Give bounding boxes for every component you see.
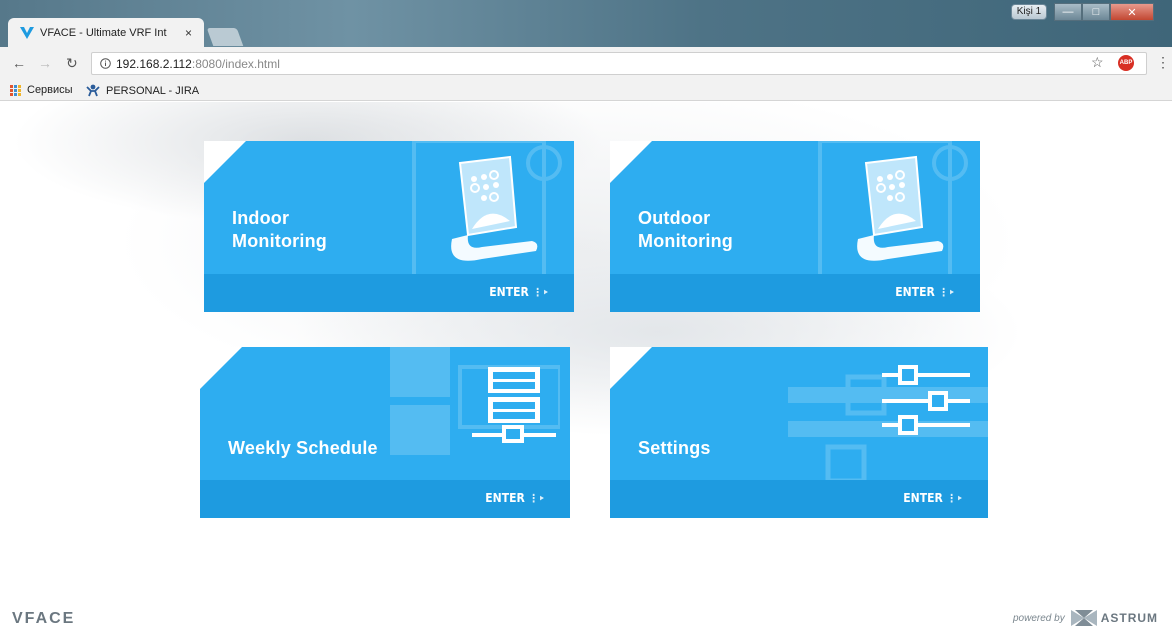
address-bar[interactable]: 192.168.2.112:8080/index.html xyxy=(91,52,1147,75)
enter-button[interactable]: ENTER ⋮‣ xyxy=(489,285,549,299)
forward-arrow-icon[interactable]: → xyxy=(38,55,52,71)
bookmarks-bar: Сервисы PERSONAL - JIRA xyxy=(0,80,1172,101)
enter-arrow-icon: ⋮‣ xyxy=(938,286,955,299)
enter-arrow-icon: ⋮‣ xyxy=(946,492,963,505)
bookmark-label: Сервисы xyxy=(27,84,73,96)
tile-weekly-schedule[interactable]: Weekly Schedule ENTER ⋮‣ xyxy=(200,347,570,518)
enter-button[interactable]: ENTER ⋮‣ xyxy=(895,285,955,299)
indoor-unit-icon xyxy=(451,155,538,261)
vface-logo-icon xyxy=(20,27,34,39)
app-page: Indoor Monitoring ENTER ⋮‣ Outdoor Monito… xyxy=(8,102,1166,629)
powered-by: powered by ASTRUM xyxy=(1013,610,1158,626)
browser-toolbar: ← → ↻ 192.168.2.112:8080/index.html ☆ AB… xyxy=(0,47,1172,80)
powered-by-text: powered by xyxy=(1013,612,1065,624)
tile-indoor-monitoring[interactable]: Indoor Monitoring ENTER ⋮‣ xyxy=(204,141,574,312)
info-icon[interactable] xyxy=(100,58,111,69)
close-window-button[interactable]: ✕ xyxy=(1110,3,1154,21)
apps-grid-icon xyxy=(10,84,21,96)
enter-button[interactable]: ENTER ⋮‣ xyxy=(903,491,963,505)
minimize-button[interactable]: — xyxy=(1054,3,1082,21)
url-path: :8080/index.html xyxy=(191,56,280,71)
tile-footer: ENTER ⋮‣ xyxy=(610,274,980,312)
astrum-logo-text: ASTRUM xyxy=(1100,611,1159,625)
tile-footer: ENTER ⋮‣ xyxy=(610,480,988,518)
tile-settings[interactable]: Settings ENTER ⋮‣ xyxy=(610,347,988,518)
bookmark-services[interactable]: Сервисы xyxy=(10,84,73,96)
tab-title: VFACE - Ultimate VRF Int xyxy=(40,27,167,39)
vface-brand-logo: VFACE xyxy=(12,610,76,627)
adblock-icon[interactable]: ABP xyxy=(1118,55,1134,71)
back-arrow-icon[interactable]: ← xyxy=(12,55,26,71)
window-titlebar: VFACE - Ultimate VRF Int × Kişi 1 — □ ✕ xyxy=(0,0,1172,48)
enter-arrow-icon: ⋮‣ xyxy=(532,286,549,299)
tile-label: Outdoor Monitoring xyxy=(638,208,733,251)
tile-label: Weekly Schedule xyxy=(228,438,378,458)
browser-tab[interactable]: VFACE - Ultimate VRF Int × xyxy=(8,18,204,48)
tile-label: Indoor Monitoring xyxy=(232,208,327,251)
astrum-logo-icon xyxy=(1070,610,1097,626)
tab-close-icon[interactable]: × xyxy=(185,26,192,40)
bookmark-star-icon[interactable]: ☆ xyxy=(1091,54,1104,71)
reload-icon[interactable]: ↻ xyxy=(66,55,78,72)
bookmark-jira[interactable]: PERSONAL - JIRA xyxy=(86,84,199,97)
maximize-button[interactable]: □ xyxy=(1082,3,1110,21)
window-controls: — □ ✕ xyxy=(1054,3,1154,21)
tile-footer: ENTER ⋮‣ xyxy=(204,274,574,312)
new-tab-button[interactable] xyxy=(206,28,244,46)
profile-button[interactable]: Kişi 1 xyxy=(1011,4,1047,20)
schedule-icon xyxy=(472,367,556,443)
url-host: 192.168.2.112 xyxy=(116,56,192,71)
tile-footer: ENTER ⋮‣ xyxy=(200,480,570,518)
tile-outdoor-monitoring[interactable]: Outdoor Monitoring ENTER ⋮‣ xyxy=(610,141,980,312)
menu-kebab-icon[interactable]: ⋮ xyxy=(1156,54,1170,71)
sliders-icon xyxy=(882,365,970,435)
tile-label: Settings xyxy=(638,438,711,458)
jira-icon xyxy=(86,84,100,97)
enter-arrow-icon: ⋮‣ xyxy=(528,492,545,505)
enter-button[interactable]: ENTER ⋮‣ xyxy=(485,491,545,505)
outdoor-unit-icon xyxy=(857,155,944,261)
bookmark-label: PERSONAL - JIRA xyxy=(106,84,200,97)
